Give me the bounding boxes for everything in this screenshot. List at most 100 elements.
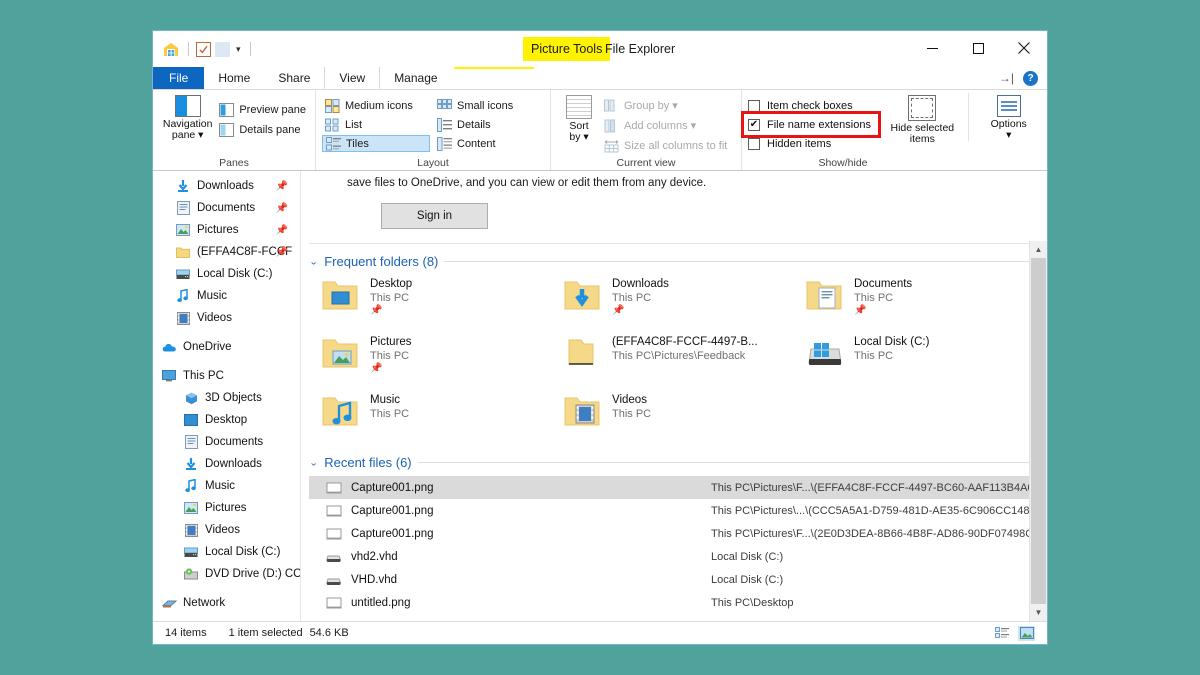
new-folder-icon[interactable] (215, 41, 230, 57)
group-by-button[interactable]: Group by ▾ (601, 97, 730, 114)
recent-files-header[interactable]: ⌄ Recent files (6) (309, 451, 1047, 470)
sidebar-item-pictures[interactable]: Pictures (153, 497, 300, 519)
layout-details[interactable]: Details (434, 116, 544, 133)
minimize-button[interactable] (909, 31, 955, 65)
size-columns-icon (604, 139, 619, 152)
tab-manage[interactable]: Manage (380, 67, 451, 89)
folder-tile[interactable]: Videos This PC (563, 393, 805, 451)
folder-tile[interactable]: Desktop This PC 📌 (321, 277, 563, 335)
folder-home-icon[interactable] (161, 39, 181, 59)
layout-medium-icons[interactable]: Medium icons (322, 97, 430, 114)
sidebar-item-videos[interactable]: Videos (153, 519, 300, 541)
sidebar-item-network[interactable]: Network (153, 592, 300, 614)
navigation-pane-icon (174, 95, 201, 117)
close-button[interactable] (1001, 31, 1047, 65)
sidebar-item-local-disk[interactable]: Local Disk (C:) (153, 541, 300, 563)
hidden-items-checkbox[interactable] (748, 137, 760, 150)
layout-list[interactable]: List (322, 116, 430, 133)
ribbon-group-show-hide-label: Show/hide (818, 157, 868, 169)
recent-file-row[interactable]: vhd2.vhd Local Disk (C:) (309, 545, 1047, 568)
sort-by-button[interactable]: Sort by ▾ (557, 93, 601, 143)
large-icons-view-icon[interactable] (1018, 625, 1035, 641)
file-name-extensions-option[interactable]: ✔ File name extensions (741, 111, 881, 138)
sidebar-label: Videos (205, 524, 240, 536)
details-pane-button[interactable]: Details pane (216, 121, 309, 138)
folder-tile[interactable]: Local Disk (C:) This PC (805, 335, 1047, 393)
sidebar-item-music[interactable]: Music (153, 475, 300, 497)
recent-file-row[interactable]: Capture001.png This PC\Pictures\F...\(2E… (309, 522, 1047, 545)
sign-in-button[interactable]: Sign in (381, 203, 488, 229)
folder-tile[interactable]: Pictures This PC 📌 (321, 335, 563, 393)
details-view-icon[interactable] (993, 626, 1010, 641)
recent-file-path: This PC\Pictures\F...\(2E0D3DEA-8B66-4B8… (711, 527, 1047, 540)
videos-icon (183, 522, 199, 538)
sidebar-item-downloads[interactable]: Downloads (153, 453, 300, 475)
folder-tile[interactable]: (EFFA4C8F-FCCF-4497-B... This PC\Picture… (563, 335, 805, 393)
content-scroll-area: save files to OneDrive, and you can view… (301, 171, 1047, 621)
sidebar-label: Videos (197, 312, 232, 324)
sidebar-item-feedback-folder[interactable]: (EFFA4C8F-FCCF 📌 (153, 241, 300, 263)
vertical-scrollbar[interactable]: ▲ ▼ (1029, 241, 1047, 621)
sidebar-item-3d-objects[interactable]: 3D Objects (153, 387, 300, 409)
layout-content[interactable]: Content (434, 135, 544, 152)
pin-icon[interactable]: 📌 (276, 181, 288, 192)
chevron-down-icon[interactable]: ▾ (234, 44, 243, 55)
recent-file-row[interactable]: Capture001.png This PC\Pictures\F...\(EF… (309, 476, 1047, 499)
sidebar-item-documents[interactable]: Documents (153, 431, 300, 453)
layout-small-icons[interactable]: Small icons (434, 97, 544, 114)
recent-file-path: This PC\Pictures\...\(CCC5A5A1-D759-481D… (711, 504, 1046, 517)
frequent-folders-header[interactable]: ⌄ Frequent folders (8) (309, 244, 1047, 269)
tab-share[interactable]: Share (264, 67, 324, 89)
scrollbar-thumb[interactable] (1031, 258, 1046, 604)
maximize-button[interactable] (955, 31, 1001, 65)
sidebar-item-downloads-quick[interactable]: Downloads 📌 (153, 175, 300, 197)
chevron-down-icon[interactable]: ⌄ (309, 256, 318, 267)
tab-home[interactable]: Home (204, 67, 264, 89)
preview-pane-button[interactable]: Preview pane (216, 101, 309, 118)
sidebar-item-desktop[interactable]: Desktop (153, 409, 300, 431)
sidebar-item-dvd-drive[interactable]: DVD Drive (D:) CCC (153, 563, 300, 585)
item-check-boxes-checkbox[interactable] (748, 99, 760, 112)
title-bar: ▾ Picture Tools File Explorer (153, 31, 1047, 67)
pin-icon[interactable]: 📌 (276, 225, 288, 236)
help-icon[interactable]: ? (1023, 70, 1038, 86)
add-columns-button[interactable]: Add columns ▾ (601, 117, 730, 134)
size-all-columns-button[interactable]: Size all columns to fit (601, 137, 730, 154)
downloads-arrow-icon (183, 456, 199, 472)
group-by-label: Group by ▾ (624, 100, 678, 112)
ribbon-group-panes-label: Panes (219, 157, 249, 169)
ribbon-group-layout-label: Layout (417, 157, 449, 169)
pin-icon[interactable]: 📌 (276, 247, 288, 258)
recent-file-row[interactable]: untitled.png This PC\Desktop (309, 591, 1047, 614)
sidebar-item-documents-quick[interactable]: Documents 📌 (153, 197, 300, 219)
layout-tiles[interactable]: Tiles (322, 135, 430, 152)
folder-tile[interactable]: Documents This PC 📌 (805, 277, 1047, 335)
hide-selected-items-button[interactable]: Hide selected items (890, 93, 954, 145)
window-title: File Explorer (605, 42, 676, 56)
scroll-up-arrow-icon[interactable]: ▲ (1030, 241, 1047, 258)
sidebar-item-onedrive[interactable]: OneDrive (153, 336, 300, 358)
tab-file[interactable]: File (153, 67, 205, 89)
documents-icon (183, 434, 199, 450)
dvd-drive-icon (183, 566, 199, 582)
recent-file-row[interactable]: Capture001.png This PC\Pictures\...\(CCC… (309, 499, 1047, 522)
chevron-down-icon[interactable]: ⌄ (309, 457, 318, 468)
pin-icon[interactable]: 📌 (276, 203, 288, 214)
properties-checkbox-icon[interactable] (196, 41, 211, 57)
scroll-down-arrow-icon[interactable]: ▼ (1030, 604, 1047, 621)
recent-file-row[interactable]: VHD.vhd Local Disk (C:) (309, 568, 1047, 591)
options-button[interactable]: Options ▾ (968, 93, 1038, 141)
music-note-icon (183, 478, 199, 494)
folder-tile[interactable]: Downloads This PC 📌 (563, 277, 805, 335)
navigation-pane-button[interactable]: Navigation pane ▾ (159, 93, 216, 141)
folder-tile[interactable]: Music This PC (321, 393, 563, 451)
hidden-items-option[interactable]: Hidden items (748, 136, 880, 151)
collapse-ribbon-icon[interactable]: →| (999, 71, 1014, 85)
sidebar-item-videos-quick[interactable]: Videos (153, 307, 300, 329)
sidebar-item-music-quick[interactable]: Music (153, 285, 300, 307)
sidebar-item-this-pc[interactable]: This PC (153, 365, 300, 387)
tab-view[interactable]: View (324, 67, 381, 89)
sidebar-item-local-disk-quick[interactable]: Local Disk (C:) (153, 263, 300, 285)
documents-icon (175, 200, 191, 216)
sidebar-item-pictures-quick[interactable]: Pictures 📌 (153, 219, 300, 241)
